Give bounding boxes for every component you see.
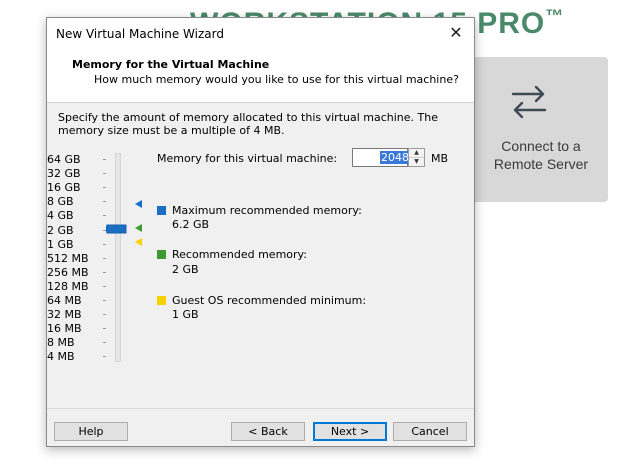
scale-tick [103, 187, 106, 189]
memory-field-label: Memory for this virtual machine: [157, 152, 338, 165]
guest-os-minimum-value: 1 GB [172, 308, 199, 321]
recommended-value: 2 GB [172, 263, 199, 276]
title-bar: New Virtual Machine Wizard ✕ [47, 18, 474, 49]
recommended-marker [135, 224, 142, 232]
scale-label: 16 GB [47, 181, 81, 195]
scale-tick [103, 342, 106, 344]
header-title: Memory for the Virtual Machine [72, 58, 270, 71]
next-button[interactable]: Next > [313, 422, 387, 441]
scale-label: 16 MB [47, 322, 82, 336]
scale-tick [103, 173, 106, 175]
memory-spinner[interactable]: ▲ ▼ [408, 148, 425, 167]
recommended-label: Recommended memory: [172, 248, 307, 261]
scale-tick [103, 271, 106, 273]
connect-tile-label: Connect to a Remote Server [493, 138, 589, 172]
scale-label: 8 MB [47, 336, 75, 350]
connect-remote-server-tile[interactable]: Connect to a Remote Server [460, 57, 608, 202]
memory-description: Specify the amount of memory allocated t… [58, 111, 438, 137]
guest-os-minimum-marker [135, 238, 142, 246]
back-button[interactable]: < Back [231, 422, 305, 441]
new-vm-wizard-dialog: New Virtual Machine Wizard ✕ Memory for … [46, 17, 475, 447]
scale-tick [103, 300, 106, 301]
dialog-title: New Virtual Machine Wizard [56, 27, 224, 41]
help-button[interactable]: Help [54, 422, 128, 441]
wizard-header: Memory for the Virtual Machine How much … [47, 49, 474, 103]
scale-label: 256 MB [47, 265, 89, 279]
memory-slider-track[interactable] [115, 153, 121, 362]
scale-label: 32 MB [47, 308, 82, 322]
scale-label: 64 GB [47, 153, 81, 166]
scale-label: 128 MB [47, 279, 89, 293]
scale-tick [103, 215, 106, 217]
max-recommended-value: 6.2 GB [172, 218, 210, 231]
scale-tick [103, 243, 106, 245]
scale-tick [103, 257, 106, 259]
header-subtitle: How much memory would you like to use fo… [94, 73, 459, 86]
scale-tick [103, 356, 106, 358]
guest-os-minimum-label: Guest OS recommended minimum: [172, 294, 367, 307]
spin-down-icon[interactable]: ▼ [409, 158, 424, 166]
memory-value: 2048 [380, 151, 410, 164]
scale-tick [103, 285, 106, 287]
recommended-swatch [157, 250, 166, 259]
scale-label: 1 GB [47, 237, 74, 251]
footer-divider [47, 408, 474, 409]
scale-label: 512 MB [47, 251, 89, 265]
scale-tick [103, 328, 106, 330]
scale-label: 4 MB [47, 350, 75, 364]
scale-tick [103, 201, 106, 203]
scale-tick [103, 314, 106, 316]
max-recommended-swatch [157, 206, 166, 215]
memory-unit: MB [431, 152, 449, 165]
guest-os-minimum-swatch [157, 296, 166, 305]
close-icon[interactable]: ✕ [444, 21, 468, 45]
scale-tick [103, 159, 106, 160]
scale-label: 32 GB [47, 167, 81, 181]
memory-input[interactable]: 2048 [352, 148, 410, 167]
scale-label: 2 GB [47, 223, 74, 237]
scale-label: 4 GB [47, 209, 74, 223]
cancel-button[interactable]: Cancel [393, 422, 467, 441]
spin-up-icon[interactable]: ▲ [409, 149, 424, 158]
memory-slider-thumb[interactable] [106, 224, 128, 234]
max-recommended-label: Maximum recommended memory: [172, 204, 362, 217]
swap-arrows-icon [511, 85, 547, 119]
scale-label: 8 GB [47, 195, 74, 209]
scale-label: 64 MB [47, 294, 82, 307]
max-recommended-marker [135, 200, 142, 208]
